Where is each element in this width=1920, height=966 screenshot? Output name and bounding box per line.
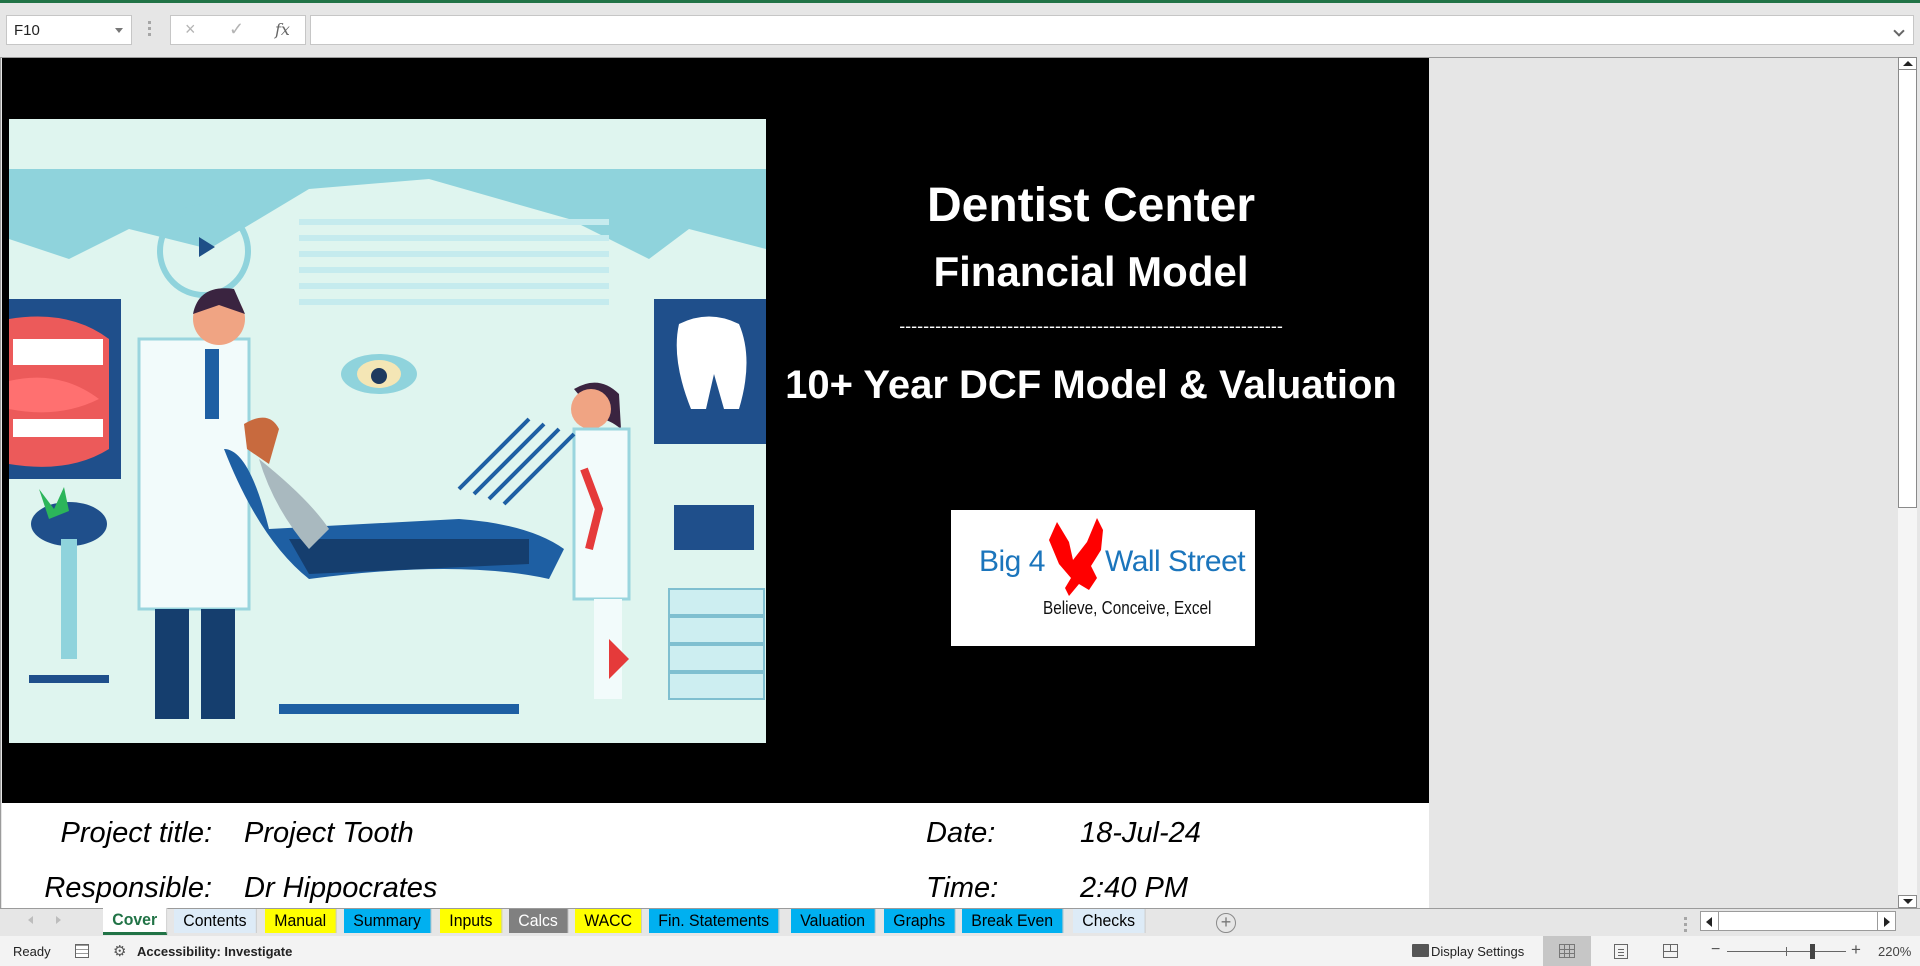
status-ready: Ready [13,944,51,959]
chevron-down-icon[interactable] [115,28,123,33]
cancel-icon[interactable]: × [185,19,196,40]
expand-formula-bar-icon[interactable] [1893,25,1905,37]
time-label: Time: [926,872,999,904]
page-break-preview-button[interactable] [1663,944,1678,958]
cover-model-description: 10+ Year DCF Model & Valuation [785,363,1397,407]
grid-icon [1559,944,1575,958]
scroll-up-button[interactable] [1898,57,1917,70]
sheet-tab-cover[interactable]: Cover [103,908,168,935]
formula-bar-grip[interactable] [148,21,151,37]
sheet-tab-summary[interactable]: Summary [344,909,432,933]
time-value[interactable]: 2:40 PM [1080,872,1188,905]
enter-icon[interactable]: ✓ [229,19,244,40]
project-title-label: Project title: [60,817,213,849]
sheet-tab-calcs[interactable]: Calcs [509,909,569,933]
macro-recording-icon[interactable] [75,944,89,958]
vertical-scrollbar[interactable] [1898,57,1917,908]
zoom-slider-center-mark [1786,947,1787,956]
sheet-tab-wacc[interactable]: WACC [574,909,642,933]
big4-wall-street-logo[interactable]: Big 4 Wall Street Believe, Conceive, Exc… [951,510,1255,646]
normal-view-button[interactable] [1543,936,1591,966]
zoom-out-button[interactable]: − [1711,941,1720,959]
formula-actions: × ✓ fx [170,15,306,45]
responsible-value[interactable]: Dr Hippocrates [244,872,437,905]
scroll-left-button[interactable] [1700,911,1719,931]
cover-subtitle: Financial Model [933,248,1249,295]
sheet-tab-valuation[interactable]: Valuation [790,909,876,933]
display-settings-icon[interactable] [1412,944,1429,957]
previous-sheet-icon[interactable] [28,916,33,924]
insert-function-icon[interactable]: fx [275,20,290,39]
display-settings-button[interactable]: Display Settings [1431,944,1524,959]
illustration-graphic [9,119,766,743]
sheet-tab-graphs[interactable]: Graphs [883,909,955,933]
sheet-tab-inputs[interactable]: Inputs [439,909,503,933]
date-value[interactable]: 18-Jul-24 [1080,817,1201,850]
cover-title: Dentist Center [926,179,1256,232]
tab-split-handle[interactable] [1684,917,1687,935]
name-box[interactable]: F10 [6,15,132,45]
formula-input[interactable] [310,15,1914,45]
worksheet-area[interactable]: Dentist Center Financial Model ---------… [0,57,1900,909]
sheet-tab-break-even[interactable]: Break Even [962,909,1064,933]
sheet-tab-manual[interactable]: Manual [265,909,337,933]
sheet-tab-bar: Cover Contents Manual Summary Inputs Calcs WAC… [0,908,1920,936]
project-info-area: Project title: Project Tooth Responsible… [2,803,1429,909]
zoom-level[interactable]: 220% [1878,944,1911,959]
logo-text-left: Big 4 [979,545,1045,578]
dental-clinic-illustration[interactable] [9,119,766,743]
scroll-down-button[interactable] [1898,895,1917,908]
scroll-right-button[interactable] [1877,911,1896,931]
status-bar: Ready ⚙ Accessibility: Investigate Displ… [0,936,1920,966]
zoom-slider-thumb[interactable] [1810,944,1815,959]
sheet-tab-checks[interactable]: Checks [1073,909,1146,933]
vertical-scroll-thumb[interactable] [1898,70,1917,508]
sheet-tab-contents[interactable]: Contents [174,909,258,933]
page-layout-view-button[interactable] [1614,944,1628,959]
logo-text-right: Wall Street [1105,545,1246,578]
date-label: Date: [926,817,996,849]
add-sheet-button[interactable]: + [1216,913,1236,933]
logo-tagline: Believe, Conceive, Excel [1043,598,1212,618]
sheet-tab-fin-statements[interactable]: Fin. Statements [648,909,780,933]
accessibility-icon[interactable]: ⚙ [113,942,126,960]
project-title-value[interactable]: Project Tooth [244,817,414,850]
sheet-tabs: Cover Contents Manual Summary Inputs Calcs WAC… [103,908,1153,936]
next-sheet-icon[interactable] [56,916,61,924]
responsible-label: Responsible: [44,872,212,904]
accessibility-status[interactable]: Accessibility: Investigate [137,944,292,959]
horizontal-scrollbar[interactable] [1700,911,1896,931]
title-accent-bar [0,0,1920,3]
cover-divider: ----------------------------------------… [899,316,1283,336]
name-box-value: F10 [14,22,40,39]
zoom-in-button[interactable]: + [1851,940,1861,960]
